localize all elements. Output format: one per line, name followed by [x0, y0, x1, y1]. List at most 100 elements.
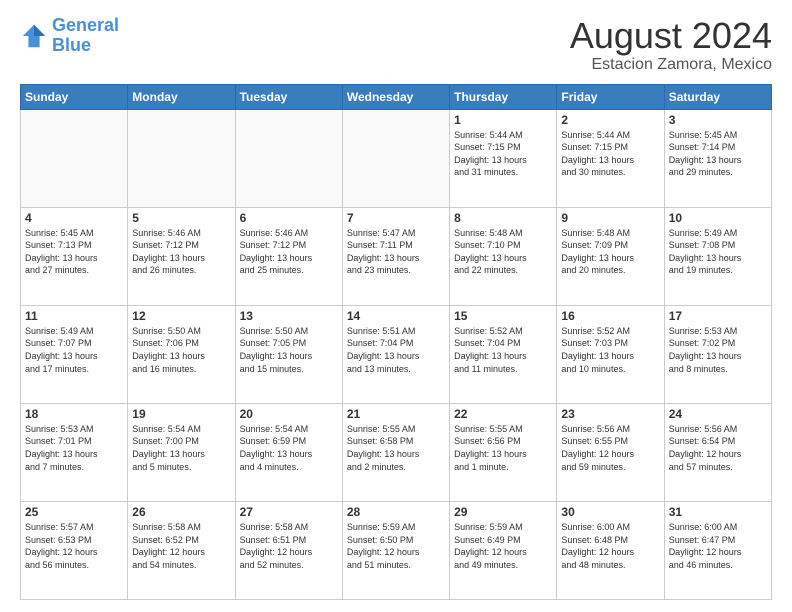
cell-day-number: 9	[561, 211, 659, 225]
cell-info: Sunrise: 5:45 AMSunset: 7:14 PMDaylight:…	[669, 129, 767, 179]
calendar-cell: 10 Sunrise: 5:49 AMSunset: 7:08 PMDayligh…	[664, 207, 771, 305]
calendar-cell	[21, 109, 128, 207]
calendar-cell: 14 Sunrise: 5:51 AMSunset: 7:04 PMDayligh…	[342, 305, 449, 403]
cell-info: Sunrise: 5:58 AMSunset: 6:51 PMDaylight:…	[240, 521, 338, 571]
calendar-cell: 30 Sunrise: 6:00 AMSunset: 6:48 PMDayligh…	[557, 501, 664, 599]
calendar-cell	[128, 109, 235, 207]
calendar-cell: 29 Sunrise: 5:59 AMSunset: 6:49 PMDayligh…	[450, 501, 557, 599]
cell-day-number: 30	[561, 505, 659, 519]
header-day-saturday: Saturday	[664, 84, 771, 109]
cell-day-number: 29	[454, 505, 552, 519]
cell-info: Sunrise: 5:51 AMSunset: 7:04 PMDaylight:…	[347, 325, 445, 375]
cell-day-number: 14	[347, 309, 445, 323]
calendar-cell: 12Sunrise: 5:50 AMSunset: 7:06 PMDayligh…	[128, 305, 235, 403]
header-day-thursday: Thursday	[450, 84, 557, 109]
cell-day-number: 8	[454, 211, 552, 225]
cell-day-number: 12	[132, 309, 230, 323]
calendar-cell: 22 Sunrise: 5:55 AMSunset: 6:56 PMDayligh…	[450, 403, 557, 501]
header-day-monday: Monday	[128, 84, 235, 109]
cell-day-number: 1	[454, 113, 552, 127]
cell-day-number: 26	[132, 505, 230, 519]
calendar-cell: 5 Sunrise: 5:46 AMSunset: 7:12 PMDaylight…	[128, 207, 235, 305]
cell-info: Sunrise: 5:49 AMSunset: 7:08 PMDaylight:…	[669, 227, 767, 277]
cell-day-number: 7	[347, 211, 445, 225]
calendar-cell: 11Sunrise: 5:49 AMSunset: 7:07 PMDayligh…	[21, 305, 128, 403]
cell-day-number: 20	[240, 407, 338, 421]
cell-day-number: 25	[25, 505, 123, 519]
calendar-cell: 15 Sunrise: 5:52 AMSunset: 7:04 PMDayligh…	[450, 305, 557, 403]
cell-info: Sunrise: 5:44 AMSunset: 7:15 PMDaylight:…	[454, 129, 552, 179]
cell-info: Sunrise: 5:56 AMSunset: 6:54 PMDaylight:…	[669, 423, 767, 473]
calendar-cell	[235, 109, 342, 207]
cell-info: Sunrise: 5:58 AMSunset: 6:52 PMDaylight:…	[132, 521, 230, 571]
header-day-sunday: Sunday	[21, 84, 128, 109]
calendar-cell: 16Sunrise: 5:52 AMSunset: 7:03 PMDayligh…	[557, 305, 664, 403]
cell-info: Sunrise: 5:55 AMSunset: 6:56 PMDaylight:…	[454, 423, 552, 473]
calendar-header: SundayMondayTuesdayWednesdayThursdayFrid…	[21, 84, 772, 109]
cell-day-number: 23	[561, 407, 659, 421]
calendar-cell: 6 Sunrise: 5:46 AMSunset: 7:12 PMDaylight…	[235, 207, 342, 305]
cell-info: Sunrise: 5:49 AMSunset: 7:07 PMDaylight:…	[25, 325, 123, 375]
logo-general: General	[52, 15, 119, 35]
calendar-cell: 18 Sunrise: 5:53 AMSunset: 7:01 PMDayligh…	[21, 403, 128, 501]
calendar-cell: 23Sunrise: 5:56 AMSunset: 6:55 PMDayligh…	[557, 403, 664, 501]
cell-info: Sunrise: 5:53 AMSunset: 7:01 PMDaylight:…	[25, 423, 123, 473]
cell-day-number: 22	[454, 407, 552, 421]
calendar-cell: 7Sunrise: 5:47 AMSunset: 7:11 PMDaylight…	[342, 207, 449, 305]
calendar-cell: 8 Sunrise: 5:48 AMSunset: 7:10 PMDaylight…	[450, 207, 557, 305]
cell-info: Sunrise: 5:48 AMSunset: 7:09 PMDaylight:…	[561, 227, 659, 277]
header-day-wednesday: Wednesday	[342, 84, 449, 109]
cell-info: Sunrise: 6:00 AMSunset: 6:48 PMDaylight:…	[561, 521, 659, 571]
logo-blue: Blue	[52, 35, 91, 55]
calendar-cell: 20 Sunrise: 5:54 AMSunset: 6:59 PMDayligh…	[235, 403, 342, 501]
cell-day-number: 15	[454, 309, 552, 323]
page: General Blue August 2024 Estacion Zamora…	[0, 0, 792, 612]
cell-info: Sunrise: 5:57 AMSunset: 6:53 PMDaylight:…	[25, 521, 123, 571]
cell-day-number: 27	[240, 505, 338, 519]
calendar-cell: 2 Sunrise: 5:44 AMSunset: 7:15 PMDaylight…	[557, 109, 664, 207]
cell-info: Sunrise: 6:00 AMSunset: 6:47 PMDaylight:…	[669, 521, 767, 571]
calendar-cell: 17 Sunrise: 5:53 AMSunset: 7:02 PMDayligh…	[664, 305, 771, 403]
header: General Blue August 2024 Estacion Zamora…	[20, 16, 772, 74]
header-day-friday: Friday	[557, 84, 664, 109]
cell-info: Sunrise: 5:48 AMSunset: 7:10 PMDaylight:…	[454, 227, 552, 277]
calendar-cell: 24Sunrise: 5:56 AMSunset: 6:54 PMDayligh…	[664, 403, 771, 501]
calendar-body: 1 Sunrise: 5:44 AMSunset: 7:15 PMDaylight…	[21, 109, 772, 599]
cell-info: Sunrise: 5:45 AMSunset: 7:13 PMDaylight:…	[25, 227, 123, 277]
cell-day-number: 2	[561, 113, 659, 127]
week-row-1: 1 Sunrise: 5:44 AMSunset: 7:15 PMDaylight…	[21, 109, 772, 207]
calendar-cell: 31 Sunrise: 6:00 AMSunset: 6:47 PMDayligh…	[664, 501, 771, 599]
cell-info: Sunrise: 5:55 AMSunset: 6:58 PMDaylight:…	[347, 423, 445, 473]
cell-info: Sunrise: 5:53 AMSunset: 7:02 PMDaylight:…	[669, 325, 767, 375]
cell-day-number: 4	[25, 211, 123, 225]
cell-info: Sunrise: 5:52 AMSunset: 7:04 PMDaylight:…	[454, 325, 552, 375]
calendar-cell: 25 Sunrise: 5:57 AMSunset: 6:53 PMDayligh…	[21, 501, 128, 599]
calendar-cell	[342, 109, 449, 207]
cell-info: Sunrise: 5:46 AMSunset: 7:12 PMDaylight:…	[132, 227, 230, 277]
cell-info: Sunrise: 5:46 AMSunset: 7:12 PMDaylight:…	[240, 227, 338, 277]
cell-day-number: 18	[25, 407, 123, 421]
cell-day-number: 6	[240, 211, 338, 225]
cell-info: Sunrise: 5:44 AMSunset: 7:15 PMDaylight:…	[561, 129, 659, 179]
cell-day-number: 3	[669, 113, 767, 127]
calendar-cell: 1 Sunrise: 5:44 AMSunset: 7:15 PMDaylight…	[450, 109, 557, 207]
week-row-5: 25 Sunrise: 5:57 AMSunset: 6:53 PMDayligh…	[21, 501, 772, 599]
cell-day-number: 31	[669, 505, 767, 519]
cell-day-number: 10	[669, 211, 767, 225]
week-row-4: 18 Sunrise: 5:53 AMSunset: 7:01 PMDayligh…	[21, 403, 772, 501]
calendar-cell: 13Sunrise: 5:50 AMSunset: 7:05 PMDayligh…	[235, 305, 342, 403]
cell-day-number: 17	[669, 309, 767, 323]
calendar-cell: 28Sunrise: 5:59 AMSunset: 6:50 PMDayligh…	[342, 501, 449, 599]
calendar-table: SundayMondayTuesdayWednesdayThursdayFrid…	[20, 84, 772, 600]
cell-info: Sunrise: 5:54 AMSunset: 6:59 PMDaylight:…	[240, 423, 338, 473]
title-block: August 2024 Estacion Zamora, Mexico	[570, 16, 772, 74]
cell-info: Sunrise: 5:52 AMSunset: 7:03 PMDaylight:…	[561, 325, 659, 375]
subtitle: Estacion Zamora, Mexico	[570, 56, 772, 74]
cell-info: Sunrise: 5:54 AMSunset: 7:00 PMDaylight:…	[132, 423, 230, 473]
logo: General Blue	[20, 16, 119, 56]
cell-day-number: 28	[347, 505, 445, 519]
week-row-3: 11Sunrise: 5:49 AMSunset: 7:07 PMDayligh…	[21, 305, 772, 403]
header-day-tuesday: Tuesday	[235, 84, 342, 109]
cell-day-number: 5	[132, 211, 230, 225]
cell-info: Sunrise: 5:59 AMSunset: 6:49 PMDaylight:…	[454, 521, 552, 571]
